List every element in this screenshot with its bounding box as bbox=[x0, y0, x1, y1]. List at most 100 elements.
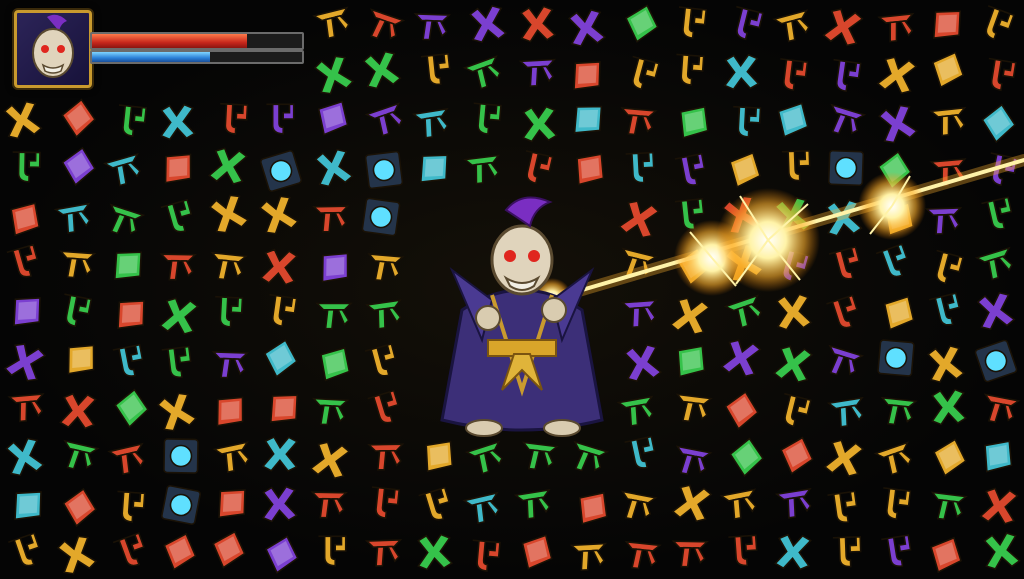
rune-gem-icon[interactable] bbox=[768, 97, 814, 143]
rune-hook-icon[interactable] bbox=[722, 99, 768, 145]
rune-branch-icon[interactable] bbox=[770, 2, 816, 48]
rune-gem-icon[interactable] bbox=[409, 145, 455, 191]
rune-gem-icon[interactable] bbox=[103, 242, 149, 288]
rune-branch-icon[interactable] bbox=[515, 48, 561, 94]
rune-hook-icon[interactable] bbox=[153, 340, 199, 386]
rune-gem-icon[interactable] bbox=[3, 482, 49, 528]
rune-gem-icon[interactable] bbox=[153, 145, 199, 191]
rune-branch-icon[interactable] bbox=[54, 240, 100, 286]
skull-sorcerer-portrait[interactable] bbox=[14, 10, 92, 88]
orb-icon[interactable] bbox=[873, 335, 919, 381]
rune-cross-icon[interactable] bbox=[820, 4, 866, 50]
rune-hook-icon[interactable] bbox=[974, 192, 1020, 238]
rune-hook-icon[interactable] bbox=[51, 288, 97, 334]
rune-gem-icon[interactable] bbox=[257, 532, 303, 578]
rune-hook-icon[interactable] bbox=[616, 145, 662, 191]
rune-cross-icon[interactable] bbox=[310, 145, 356, 191]
rune-cross-icon[interactable] bbox=[874, 101, 920, 147]
orb-icon[interactable] bbox=[158, 482, 204, 528]
rune-branch-icon[interactable] bbox=[617, 289, 663, 335]
rune-cross-icon[interactable] bbox=[922, 341, 968, 387]
rune-gem-icon[interactable] bbox=[256, 336, 302, 382]
rune-hook-icon[interactable] bbox=[308, 528, 354, 574]
rune-cross-icon[interactable] bbox=[718, 49, 764, 95]
rune-gem-icon[interactable] bbox=[874, 196, 920, 242]
rune-cross-icon[interactable] bbox=[153, 389, 199, 435]
rune-gem-icon[interactable] bbox=[562, 52, 608, 98]
rune-cross-icon[interactable] bbox=[255, 192, 301, 238]
rune-gem-icon[interactable] bbox=[717, 388, 763, 434]
rune-cross-icon[interactable] bbox=[770, 289, 816, 335]
rune-gem-icon[interactable] bbox=[207, 480, 253, 526]
rune-hook-icon[interactable] bbox=[461, 533, 507, 579]
rune-hook-icon[interactable] bbox=[772, 143, 818, 189]
rune-gem-icon[interactable] bbox=[973, 433, 1019, 479]
rune-cross-icon[interactable] bbox=[821, 435, 867, 481]
rune-gem-icon[interactable] bbox=[666, 338, 712, 384]
rune-hook-icon[interactable] bbox=[870, 240, 916, 286]
rune-hook-icon[interactable] bbox=[976, 52, 1022, 98]
rune-gem-icon[interactable] bbox=[310, 341, 356, 387]
rune-gem-icon[interactable] bbox=[874, 290, 920, 336]
rune-branch-icon[interactable] bbox=[363, 432, 409, 478]
rune-hook-icon[interactable] bbox=[821, 53, 867, 99]
rune-cross-icon[interactable] bbox=[770, 341, 816, 387]
rune-branch-icon[interactable] bbox=[306, 480, 352, 526]
rune-gem-icon[interactable] bbox=[669, 244, 715, 290]
rune-branch-icon[interactable] bbox=[101, 146, 147, 192]
rune-branch-icon[interactable] bbox=[874, 3, 920, 49]
rune-cross-icon[interactable] bbox=[256, 481, 302, 527]
orb-icon[interactable] bbox=[158, 433, 204, 479]
rune-gem-icon[interactable] bbox=[54, 144, 100, 190]
rune-gem-icon[interactable] bbox=[308, 95, 354, 141]
rune-cross-icon[interactable] bbox=[720, 240, 766, 286]
rune-cross-icon[interactable] bbox=[53, 532, 99, 578]
rune-gem-icon[interactable] bbox=[925, 435, 971, 481]
rune-branch-icon[interactable] bbox=[926, 148, 972, 194]
rune-hook-icon[interactable] bbox=[256, 96, 302, 142]
rune-branch-icon[interactable] bbox=[822, 97, 868, 143]
rune-hook-icon[interactable] bbox=[667, 148, 713, 194]
rune-branch-icon[interactable] bbox=[921, 196, 967, 242]
rune-gem-icon[interactable] bbox=[55, 485, 101, 531]
rune-gem-icon[interactable] bbox=[310, 244, 356, 290]
rune-branch-icon[interactable] bbox=[926, 97, 972, 143]
rune-gem-icon[interactable] bbox=[259, 385, 305, 431]
rune-cross-icon[interactable] bbox=[718, 192, 764, 238]
rune-branch-icon[interactable] bbox=[210, 433, 256, 479]
rune-cross-icon[interactable] bbox=[256, 244, 302, 290]
rune-gem-icon[interactable] bbox=[921, 532, 967, 578]
rune-branch-icon[interactable] bbox=[361, 528, 407, 574]
rune-cross-icon[interactable] bbox=[516, 101, 562, 147]
rune-branch-icon[interactable] bbox=[362, 290, 408, 336]
rune-cross-icon[interactable] bbox=[411, 529, 457, 575]
rune-branch-icon[interactable] bbox=[310, 0, 356, 45]
rune-cross-icon[interactable] bbox=[769, 193, 815, 239]
rune-branch-icon[interactable] bbox=[207, 340, 253, 386]
rune-cross-icon[interactable] bbox=[358, 47, 404, 93]
rune-branch-icon[interactable] bbox=[875, 387, 921, 433]
rune-gem-icon[interactable] bbox=[512, 529, 558, 575]
rune-hook-icon[interactable] bbox=[154, 195, 200, 241]
rune-cross-icon[interactable] bbox=[718, 335, 764, 381]
rune-gem-icon[interactable] bbox=[205, 388, 251, 434]
rune-branch-icon[interactable] bbox=[670, 384, 716, 430]
rune-hook-icon[interactable] bbox=[412, 47, 458, 93]
rune-branch-icon[interactable] bbox=[973, 240, 1019, 286]
rune-cross-icon[interactable] bbox=[205, 143, 251, 189]
rune-branch-icon[interactable] bbox=[872, 435, 918, 481]
rune-branch-icon[interactable] bbox=[56, 432, 102, 478]
orb-icon[interactable] bbox=[358, 194, 404, 240]
rune-branch-icon[interactable] bbox=[619, 531, 665, 577]
rune-hook-icon[interactable] bbox=[204, 289, 250, 335]
rune-cross-icon[interactable] bbox=[514, 1, 560, 47]
rune-cross-icon[interactable] bbox=[669, 480, 715, 526]
rune-gem-icon[interactable] bbox=[563, 96, 609, 142]
rune-branch-icon[interactable] bbox=[307, 387, 353, 433]
rune-branch-icon[interactable] bbox=[101, 197, 147, 243]
rune-hook-icon[interactable] bbox=[819, 485, 865, 531]
rune-hook-icon[interactable] bbox=[0, 240, 46, 286]
rune-branch-icon[interactable] bbox=[362, 243, 408, 289]
rune-branch-icon[interactable] bbox=[51, 194, 97, 240]
rune-hook-icon[interactable] bbox=[412, 483, 458, 529]
